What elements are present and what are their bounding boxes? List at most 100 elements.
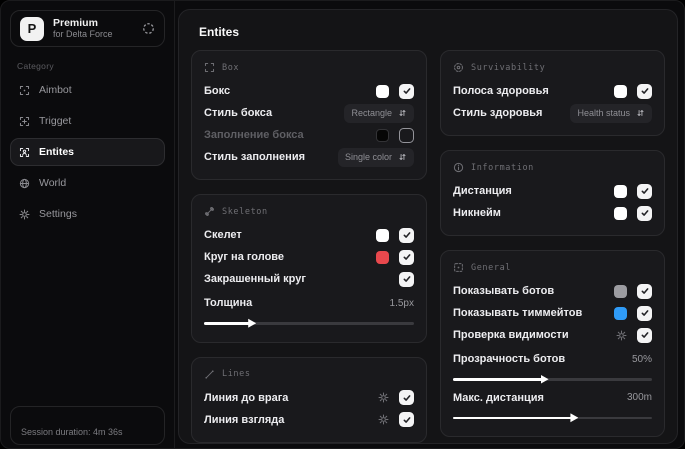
select-dropdown[interactable]: Single color [337,147,414,167]
info-icon [453,162,464,173]
slider-thumb[interactable] [570,413,579,423]
panel-skeleton: Skeleton Скелет Круг на голове Закрашенный … [191,194,427,343]
sidebar-item-entites[interactable]: Entites [10,138,165,166]
slider-header: Толщина 1.5px [204,292,414,314]
checkbox[interactable] [399,390,414,405]
row-controls: Health status [570,103,652,123]
checkbox[interactable] [399,127,414,143]
box-icon [204,62,215,73]
checkbox[interactable] [637,283,652,299]
slider-value: 50% [631,353,652,365]
row-controls [614,183,652,199]
setting-row: Полоса здоровья [453,80,652,102]
brand-logo: P [20,16,44,41]
color-swatch[interactable] [614,206,627,220]
right-column: Survivability Полоса здоровья Стиль здоров… [440,50,665,437]
gear-icon[interactable] [616,330,627,341]
row-controls [399,271,414,287]
session-duration-label: Session duration: 4m 36s [21,427,123,437]
checkbox[interactable] [637,305,652,321]
setting-row: Линия до врага [204,387,414,409]
select-dropdown[interactable]: Health status [570,103,652,123]
brand-card: P Premium for Delta Force [10,10,165,47]
row-controls [614,205,652,221]
checkbox[interactable] [399,227,414,243]
color-swatch[interactable] [614,306,627,320]
gear-icon[interactable] [378,414,389,425]
panel-header: Box [204,62,414,73]
setting-row: Показывать ботов [453,280,652,302]
grid-icon [453,262,464,273]
checkbox[interactable] [399,249,414,265]
dashed-circle-icon[interactable] [142,22,155,35]
checkbox[interactable] [637,83,652,99]
color-swatch[interactable] [614,284,627,298]
panel-title: Survivability [471,62,546,73]
color-swatch[interactable] [376,228,389,242]
panel-general: General Показывать ботов Показывать тиммей… [440,250,665,437]
setting-label: Стиль заполнения [204,151,306,163]
panel-columns: Box Бокс Стиль бокса Rectangle Заполнение бо… [191,50,665,443]
sidebar: P Premium for Delta Force Category Aimbo… [1,1,175,448]
color-swatch[interactable] [614,84,627,98]
checkbox[interactable] [399,83,414,99]
sidebar-item-label: Aimbot [39,84,72,96]
sidebar-item-label: World [39,177,67,189]
line-icon [204,369,215,380]
row-controls [378,390,414,405]
setting-row: Дистанция [453,180,652,202]
checkbox[interactable] [637,205,652,221]
setting-label: Стиль здоровья [453,107,543,119]
panel-box: Box Бокс Стиль бокса Rectangle Заполнение бо… [191,50,427,180]
setting-label: Дистанция [453,185,512,197]
color-swatch[interactable] [614,184,627,198]
panel-header: Survivability [453,62,652,73]
sidebar-item-settings[interactable]: Settings [10,200,165,228]
sidebar-item-label: Trigget [39,115,72,127]
setting-row: Линия взгляда [204,409,414,431]
gear-icon[interactable] [378,392,389,403]
category-label: Category [17,61,54,71]
slider-fill [453,416,573,419]
setting-label: Линия до врага [204,391,289,404]
slider-track[interactable] [453,413,652,423]
checkbox[interactable] [637,183,652,199]
left-column: Box Бокс Стиль бокса Rectangle Заполнение бо… [191,50,427,443]
sidebar-item-world[interactable]: World [10,169,165,197]
setting-row: Закрашенный круг [204,268,414,290]
slider-row: Прозрачность ботов 50% [453,348,652,384]
sidebar-item-aimbot[interactable]: Aimbot [10,76,165,104]
panel-header: General [453,262,652,273]
slider-row: Макс. дистанция 300m [453,387,652,423]
row-controls: Single color [337,147,414,167]
trigger-icon [19,116,30,127]
checkbox[interactable] [637,327,652,343]
sidebar-item-label: Settings [39,208,77,220]
aimbot-icon [19,85,30,96]
color-swatch[interactable] [376,128,389,142]
settings-icon [19,209,30,220]
checkbox[interactable] [399,412,414,427]
select-dropdown[interactable]: Rectangle [344,103,414,123]
setting-label: Закрашенный круг [204,273,306,285]
brand-title: Premium [53,17,98,30]
row-controls [376,127,414,143]
slider-header: Прозрачность ботов 50% [453,348,652,370]
slider-thumb[interactable] [248,318,257,328]
color-swatch[interactable] [376,84,389,98]
slider-thumb[interactable] [540,374,549,384]
checkbox[interactable] [399,271,414,287]
slider-value: 1.5px [389,297,414,309]
sidebar-item-trigget[interactable]: Trigget [10,107,165,135]
row-controls: Rectangle [344,103,414,123]
setting-label: Скелет [204,229,242,241]
setting-row: Показывать тиммейтов [453,302,652,324]
color-swatch[interactable] [376,250,389,264]
slider-header: Макс. дистанция 300m [453,387,652,409]
setting-label: Проверка видимости [453,329,569,341]
slider-value: 300m [626,392,652,403]
setting-label: Полоса здоровья [453,85,549,97]
setting-row: Стиль заполнения Single color [204,146,414,168]
slider-track[interactable] [453,374,652,384]
slider-track[interactable] [204,318,414,328]
